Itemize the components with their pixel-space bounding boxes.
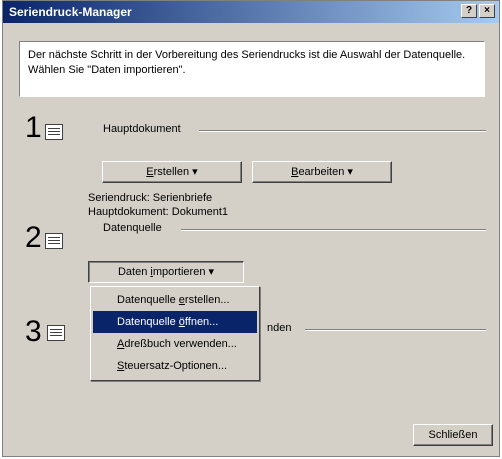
import-button-prefix: Daten xyxy=(117,266,151,278)
edit-button[interactable]: Bearbeiten ▾ xyxy=(252,161,392,183)
main-document-text: Hauptdokument: Dokument1 xyxy=(88,206,229,218)
step-number-1: 1 xyxy=(25,111,42,144)
step-label-main-document: Hauptdokument xyxy=(103,123,181,135)
menu-item-use-address-book[interactable]: Adreßbuch verwenden... xyxy=(93,333,257,355)
close-button[interactable]: Schließen xyxy=(413,424,493,446)
step-number-3: 3 xyxy=(25,315,42,348)
mail-merge-dialog: Seriendruck-Manager ? × Der nächste Schr… xyxy=(2,0,500,457)
step-number-2: 2 xyxy=(25,221,42,254)
menu-item-prefix: Datenquelle xyxy=(117,294,179,306)
import-data-menu: Datenquelle erstellen... Datenquelle öff… xyxy=(90,286,260,381)
create-button[interactable]: Erstellen ▾ xyxy=(102,161,242,183)
menu-item-header-options[interactable]: Steuersatz-Optionen... xyxy=(93,355,257,377)
edit-button-label: earbeiten ▾ xyxy=(298,166,353,178)
menu-item-label: teuersatz-Optionen... xyxy=(124,360,228,372)
menu-item-open-data-source[interactable]: Datenquelle öffnen... xyxy=(93,311,257,333)
create-button-accel: E xyxy=(146,166,154,178)
merge-type-text: Seriendruck: Serienbriefe xyxy=(88,192,213,204)
import-button-label: mportieren ▾ xyxy=(152,266,215,278)
import-data-button[interactable]: Daten importieren ▾ xyxy=(88,261,244,283)
title-bar: Seriendruck-Manager ? × xyxy=(3,1,499,23)
menu-item-create-data-source[interactable]: Datenquelle erstellen... xyxy=(93,289,257,311)
data-source-icon xyxy=(45,233,63,249)
step-label-data-source: Datenquelle xyxy=(103,222,162,234)
close-icon[interactable]: × xyxy=(479,4,495,18)
divider-1 xyxy=(199,130,486,132)
create-button-label: rstellen ▾ xyxy=(153,166,198,178)
help-button[interactable]: ? xyxy=(461,4,477,18)
menu-item-label: ffnen... xyxy=(184,316,219,328)
menu-item-label: rstellen... xyxy=(184,294,230,306)
divider-3 xyxy=(305,329,486,331)
step-label-merge: nden xyxy=(267,322,292,334)
info-message: Der nächste Schritt in der Vorbereitung … xyxy=(19,41,485,97)
main-document-icon xyxy=(45,124,63,140)
merge-icon xyxy=(47,325,65,341)
menu-item-label: dreßbuch verwenden... xyxy=(124,338,237,350)
divider-2 xyxy=(181,229,486,231)
window-title: Seriendruck-Manager xyxy=(9,5,132,19)
menu-item-prefix: Datenquelle xyxy=(117,316,179,328)
